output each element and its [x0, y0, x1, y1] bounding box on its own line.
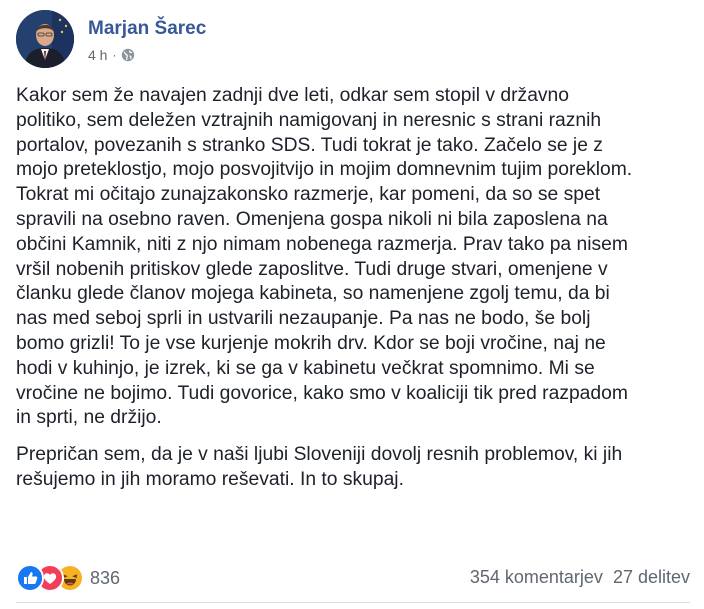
post-text-line: članku glede članov mojega kabineta, so … [16, 283, 610, 305]
reaction-count: 836 [90, 567, 121, 588]
post-footer: 836 354 komentarjev 27 delitev [16, 564, 690, 594]
post-header: Marjan Šarec 4 h · [16, 10, 676, 70]
post-text-line: vršil nobenih pritiskov glede zaposlitve… [16, 258, 608, 280]
post-paragraph: Prepričan sem, da je v naši ljubi Sloven… [16, 443, 688, 493]
post-text-line: Prepričan sem, da je v naši ljubi Sloven… [16, 444, 623, 466]
post-text-line: spravili na osebno raven. Omenjena gospa… [16, 208, 608, 230]
post-text-line: občini Kamnik, niti z njo nimam nobenega… [16, 233, 628, 255]
shares-count-link[interactable]: 27 delitev [613, 567, 690, 587]
post-text-line: politiko, sem deležen vztrajnih namigova… [16, 109, 602, 131]
footer-divider [16, 602, 690, 603]
post-text-line: vročine ne bojimo. Tudi govorice, kako s… [16, 382, 628, 404]
post-text-line: in sprti, ne držijo. [16, 407, 162, 429]
avatar-image [16, 10, 74, 68]
post-text-line: nas med seboj sprli in ustvarili nezaupa… [16, 308, 591, 330]
post-text-line: hodi v kuhinjo, je izrek, ki se ga v kab… [16, 357, 595, 379]
post-meta: 4 h · [88, 47, 135, 63]
comments-count-link[interactable]: 354 komentarjev [470, 567, 603, 587]
meta-separator: · [112, 48, 117, 62]
post-text-line: Tokrat mi očitajo zunajzakonsko razmerje… [16, 184, 601, 206]
globe-icon[interactable] [121, 48, 135, 62]
post-text-line: rešujemo in jih moramo reševati. In to s… [16, 468, 404, 490]
post-text-line: Kakor sem že navajen zadnji dve leti, od… [16, 85, 569, 106]
post-timestamp[interactable]: 4 h [88, 47, 107, 63]
post-text-line: mojo preteklostjo, mojo posvojitvijo in … [16, 159, 633, 181]
post-text-line: bomo grizli! To je vse kurjenje mokrih d… [16, 332, 606, 354]
post-body: Kakor sem že navajen zadnji dve leti, od… [16, 84, 688, 505]
reactions-summary[interactable]: 836 [16, 564, 120, 592]
post-text-line: portalov, povezanih s stranko SDS. Tudi … [16, 134, 603, 156]
like-icon [16, 564, 44, 592]
author-avatar[interactable] [16, 10, 74, 68]
author-name[interactable]: Marjan Šarec [88, 18, 206, 40]
post-paragraph: Kakor sem že navajen zadnji dve leti, od… [16, 84, 688, 431]
engagement-stats: 354 komentarjev 27 delitev [470, 567, 690, 588]
